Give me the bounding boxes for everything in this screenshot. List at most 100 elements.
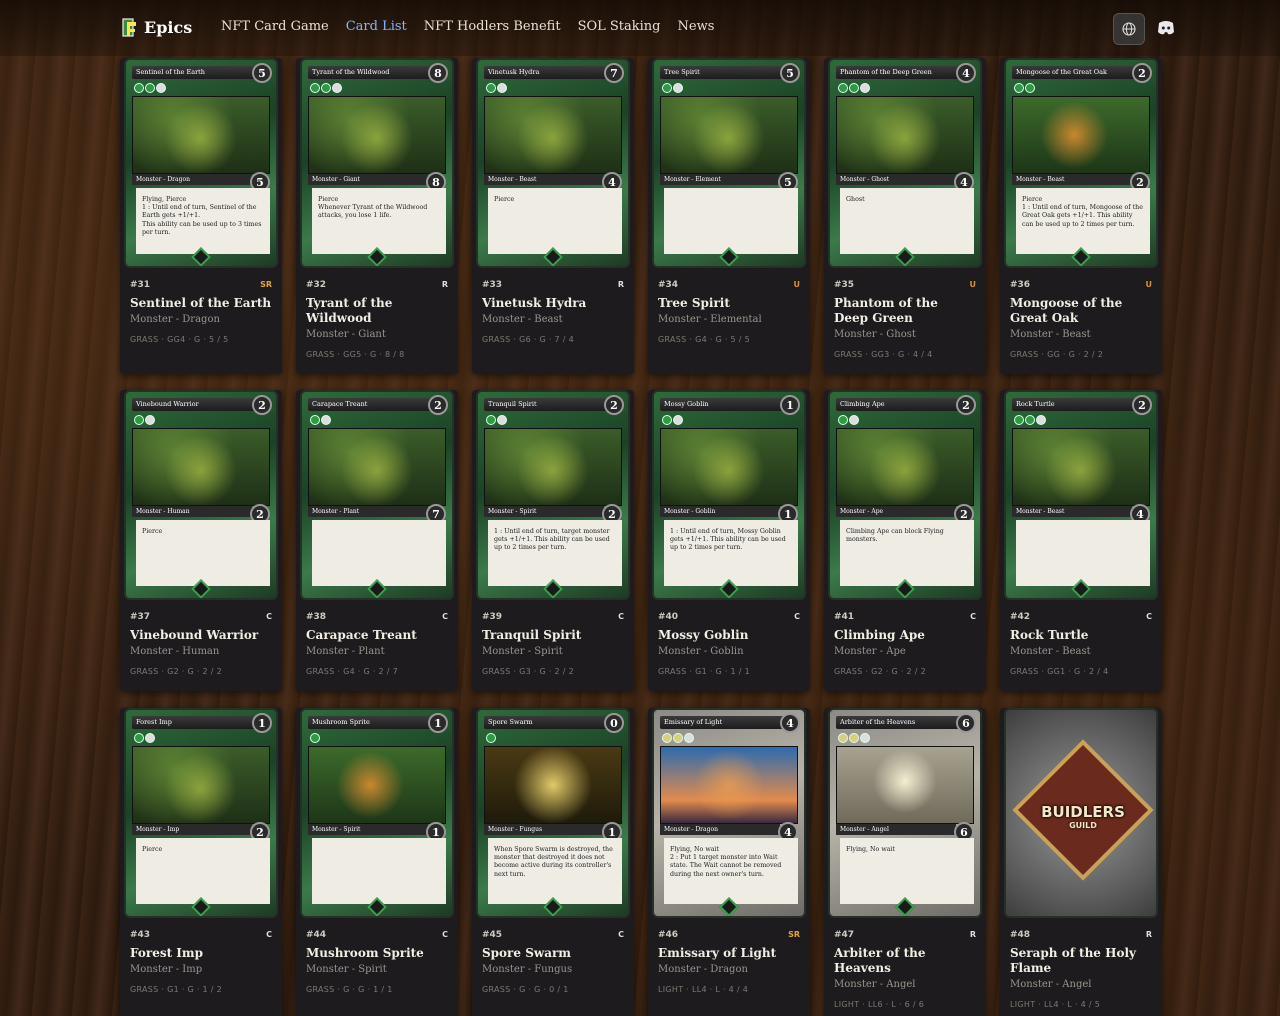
card-art[interactable]: Mongoose of the Great Oak 2 Monster - Be…: [1004, 58, 1158, 268]
card-rules-text: Pierce: [136, 838, 270, 904]
card-art[interactable]: Tyrant of the Wildwood 8 Monster - Giant…: [300, 58, 454, 268]
card-tile[interactable]: Emissary of Light 4 Monster - Dragon 4 F…: [648, 708, 810, 1016]
card-art[interactable]: Sentinel of the Earth 5 Monster - Dragon…: [124, 58, 278, 268]
card-art[interactable]: Tree Spirit 5 Monster - Element 5: [652, 58, 806, 268]
card-tile[interactable]: Spore Swarm 0 Monster - Fungus 1 When Sp…: [472, 708, 634, 1016]
card-tile[interactable]: BUIDLERS GUILD #48 R Seraph of the Holy …: [1000, 708, 1162, 1016]
card-tile[interactable]: Carapace Treant 2 Monster - Plant 7 #38 …: [296, 390, 458, 691]
mana-symbol-icon: [662, 733, 672, 743]
card-name[interactable]: Climbing Ape: [834, 628, 976, 643]
top-navigation-bar: Epics NFT Card Game Card List NFT Hodler…: [0, 0, 1280, 56]
card-art[interactable]: Tranquil Spirit 2 Monster - Spirit 2 1 :…: [476, 390, 630, 600]
card-type: Monster - Angel: [834, 979, 916, 990]
card-art[interactable]: Spore Swarm 0 Monster - Fungus 1 When Sp…: [476, 708, 630, 918]
card-meta: GRASS · G1 · G · 1 / 2: [130, 985, 222, 994]
card-art[interactable]: Carapace Treant 2 Monster - Plant 7: [300, 390, 454, 600]
card-type: Monster - Beast: [482, 314, 563, 325]
card-name[interactable]: Arbiter of the Heavens: [834, 946, 976, 976]
card-tile[interactable]: Mossy Goblin 1 Monster - Goblin 1 1 : Un…: [648, 390, 810, 691]
card-rarity: C: [266, 930, 272, 939]
card-name[interactable]: Tree Spirit: [658, 296, 800, 311]
card-rules-text: Pierce: [488, 188, 622, 254]
nav-card-list[interactable]: Card List: [346, 19, 407, 34]
nav-nft-hodlers-benefit[interactable]: NFT Hodlers Benefit: [424, 19, 561, 34]
card-art[interactable]: Arbiter of the Heavens 6 Monster - Angel…: [828, 708, 982, 918]
card-art[interactable]: Climbing Ape 2 Monster - Ape 2 Climbing …: [828, 390, 982, 600]
card-name[interactable]: Mushroom Sprite: [306, 946, 448, 961]
card-name[interactable]: Vinetusk Hydra: [482, 296, 624, 311]
card-art[interactable]: Vinebound Warrior 2 Monster - Human 2 Pi…: [124, 390, 278, 600]
card-art-cost: 5: [780, 63, 800, 83]
card-name[interactable]: Mongoose of the Great Oak: [1010, 296, 1152, 326]
card-art-type: Monster - Goblin: [660, 506, 780, 517]
card-meta: LIGHT · LL4 · L · 4 / 5: [1010, 1000, 1101, 1009]
epics-logo-icon: [122, 18, 136, 37]
card-tile[interactable]: Mongoose of the Great Oak 2 Monster - Be…: [1000, 58, 1162, 374]
nav-news[interactable]: News: [678, 19, 715, 34]
card-art[interactable]: Emissary of Light 4 Monster - Dragon 4 F…: [652, 708, 806, 918]
card-art[interactable]: BUIDLERS GUILD: [1004, 708, 1158, 918]
card-name[interactable]: Tyrant of the Wildwood: [306, 296, 448, 326]
card-meta: GRASS · G4 · G · 2 / 7: [306, 667, 398, 676]
card-tile[interactable]: Arbiter of the Heavens 6 Monster - Angel…: [824, 708, 986, 1016]
mana-symbol-icon: [838, 415, 848, 425]
globe-icon: [1122, 22, 1136, 36]
card-tile[interactable]: Sentinel of the Earth 5 Monster - Dragon…: [120, 58, 282, 374]
card-tile[interactable]: Mushroom Sprite 1 Monster - Spirit 1 #44…: [296, 708, 458, 1016]
card-name[interactable]: Tranquil Spirit: [482, 628, 624, 643]
card-name[interactable]: Forest Imp: [130, 946, 272, 961]
card-illustration: [660, 428, 798, 506]
discord-link[interactable]: [1156, 18, 1176, 38]
card-art-type: Monster - Dragon: [660, 824, 780, 835]
card-illustration: [660, 96, 798, 174]
nav-nft-card-game[interactable]: NFT Card Game: [221, 19, 329, 34]
card-art[interactable]: Mushroom Sprite 1 Monster - Spirit 1: [300, 708, 454, 918]
card-rarity: R: [969, 930, 976, 939]
card-art-title: Mossy Goblin: [660, 398, 788, 411]
card-number: #47: [834, 930, 855, 940]
card-tile[interactable]: Rock Turtle 2 Monster - Beast 4 #42 C Ro…: [1000, 390, 1162, 691]
mana-symbol-icon: [1014, 415, 1024, 425]
card-tile[interactable]: Phantom of the Deep Green 4 Monster - Gh…: [824, 58, 986, 374]
card-tile[interactable]: Tyrant of the Wildwood 8 Monster - Giant…: [296, 58, 458, 374]
language-button[interactable]: [1113, 13, 1145, 45]
card-rules-text: When Spore Swarm is destroyed, the monst…: [488, 838, 622, 904]
card-illustration: [132, 428, 270, 506]
card-art[interactable]: Forest Imp 1 Monster - Imp 2 Pierce: [124, 708, 278, 918]
mana-symbol-icon: [838, 83, 848, 93]
mana-symbol-icon: [673, 415, 683, 425]
card-art-title: Sentinel of the Earth: [132, 66, 260, 79]
card-tile[interactable]: Vinebound Warrior 2 Monster - Human 2 Pi…: [120, 390, 282, 691]
card-art[interactable]: Vinetusk Hydra 7 Monster - Beast 4 Pierc…: [476, 58, 630, 268]
card-type: Monster - Spirit: [482, 646, 563, 657]
card-art[interactable]: Phantom of the Deep Green 4 Monster - Gh…: [828, 58, 982, 268]
card-name[interactable]: Rock Turtle: [1010, 628, 1152, 643]
card-name[interactable]: Phantom of the Deep Green: [834, 296, 976, 326]
card-art-type: Monster - Giant: [308, 174, 428, 185]
crest-logo-subtext: GUILD: [1069, 821, 1097, 830]
mana-symbol-icon: [145, 83, 155, 93]
card-info: #46 SR Emissary of Light Monster - Drago…: [648, 918, 810, 1002]
card-info: #40 C Mossy Goblin Monster - Goblin GRAS…: [648, 600, 810, 684]
card-tile[interactable]: Forest Imp 1 Monster - Imp 2 Pierce #43 …: [120, 708, 282, 1016]
card-art-type: Monster - Imp: [132, 824, 252, 835]
nav-sol-staking[interactable]: SOL Staking: [578, 19, 661, 34]
card-tile[interactable]: Tree Spirit 5 Monster - Element 5 #34 U …: [648, 58, 810, 374]
mana-symbol-icon: [849, 733, 859, 743]
card-name[interactable]: Mossy Goblin: [658, 628, 800, 643]
card-meta: LIGHT · LL4 · L · 4 / 4: [658, 985, 749, 994]
brand-logo[interactable]: Epics: [122, 18, 192, 37]
card-tile[interactable]: Tranquil Spirit 2 Monster - Spirit 2 1 :…: [472, 390, 634, 691]
card-tile[interactable]: Vinetusk Hydra 7 Monster - Beast 4 Pierc…: [472, 58, 634, 374]
card-name[interactable]: Emissary of Light: [658, 946, 800, 961]
card-name[interactable]: Vinebound Warrior: [130, 628, 272, 643]
card-name[interactable]: Spore Swarm: [482, 946, 624, 961]
card-tile[interactable]: Climbing Ape 2 Monster - Ape 2 Climbing …: [824, 390, 986, 691]
card-name[interactable]: Seraph of the Holy Flame: [1010, 946, 1152, 976]
card-art[interactable]: Mossy Goblin 1 Monster - Goblin 1 1 : Un…: [652, 390, 806, 600]
card-name[interactable]: Sentinel of the Earth: [130, 296, 272, 311]
card-meta: GRASS · G · G · 1 / 1: [306, 985, 393, 994]
card-name[interactable]: Carapace Treant: [306, 628, 448, 643]
card-art[interactable]: Rock Turtle 2 Monster - Beast 4: [1004, 390, 1158, 600]
mana-symbol-icon: [1014, 83, 1024, 93]
